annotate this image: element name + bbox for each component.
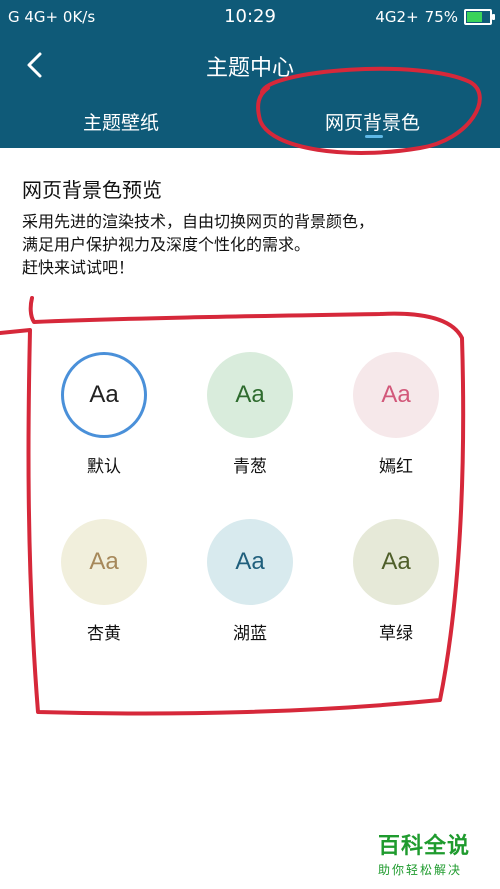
color-name: 湖蓝 bbox=[233, 624, 267, 644]
preview-heading: 网页背景色预览 bbox=[22, 178, 162, 202]
color-option-red[interactable]: Aa 嫣红 bbox=[341, 352, 451, 477]
color-swatch[interactable]: Aa bbox=[61, 352, 147, 438]
description-line-1: 采用先进的渲染技术，自由切换网页的背景颜色， bbox=[22, 212, 375, 231]
color-option-grass[interactable]: Aa 草绿 bbox=[341, 519, 451, 644]
color-name: 青葱 bbox=[233, 457, 267, 477]
battery-percent: 75% bbox=[424, 8, 458, 26]
status-bar: G 4G+ 0K/s 10:29 4G2+ 75% bbox=[0, 0, 500, 34]
tab-wallpaper[interactable]: 主题壁纸 bbox=[83, 108, 159, 135]
color-swatch[interactable]: Aa bbox=[353, 352, 439, 438]
color-swatch[interactable]: Aa bbox=[61, 519, 147, 605]
color-swatch[interactable]: Aa bbox=[207, 519, 293, 605]
color-option-green[interactable]: Aa 青葱 bbox=[195, 352, 305, 477]
app-header: G 4G+ 0K/s 10:29 4G2+ 75% 主题中心 主题壁纸 网页背景… bbox=[0, 0, 500, 148]
color-name: 默认 bbox=[87, 457, 121, 477]
status-right: 4G2+ 75% bbox=[375, 8, 495, 26]
page-title: 主题中心 bbox=[205, 56, 294, 81]
tab-page-background[interactable]: 网页背景色 bbox=[325, 108, 420, 135]
active-tab-indicator bbox=[365, 135, 383, 138]
color-name: 杏黄 bbox=[87, 624, 121, 644]
network-type: 4G2+ bbox=[375, 8, 419, 26]
description-line-2: 满足用户保护视力及深度个性化的需求。 bbox=[22, 235, 311, 254]
color-option-yellow[interactable]: Aa 杏黄 bbox=[49, 519, 159, 644]
watermark-subtitle: 助你轻松解决 bbox=[378, 863, 463, 877]
battery-icon bbox=[464, 9, 495, 25]
color-name: 草绿 bbox=[379, 624, 413, 644]
color-option-blue[interactable]: Aa 湖蓝 bbox=[195, 519, 305, 644]
watermark-logo: 百科全说 助你轻松解决 bbox=[378, 828, 498, 878]
description-line-3: 赶快来试试吧！ bbox=[22, 258, 135, 277]
watermark-title: 百科全说 bbox=[378, 834, 471, 859]
color-name: 嫣红 bbox=[379, 457, 413, 477]
color-option-default[interactable]: Aa 默认 bbox=[49, 352, 159, 477]
preview-description: 采用先进的渲染技术，自由切换网页的背景颜色， 满足用户保护视力及深度个性化的需求… bbox=[22, 210, 374, 279]
color-swatch[interactable]: Aa bbox=[353, 519, 439, 605]
color-swatch[interactable]: Aa bbox=[207, 352, 293, 438]
